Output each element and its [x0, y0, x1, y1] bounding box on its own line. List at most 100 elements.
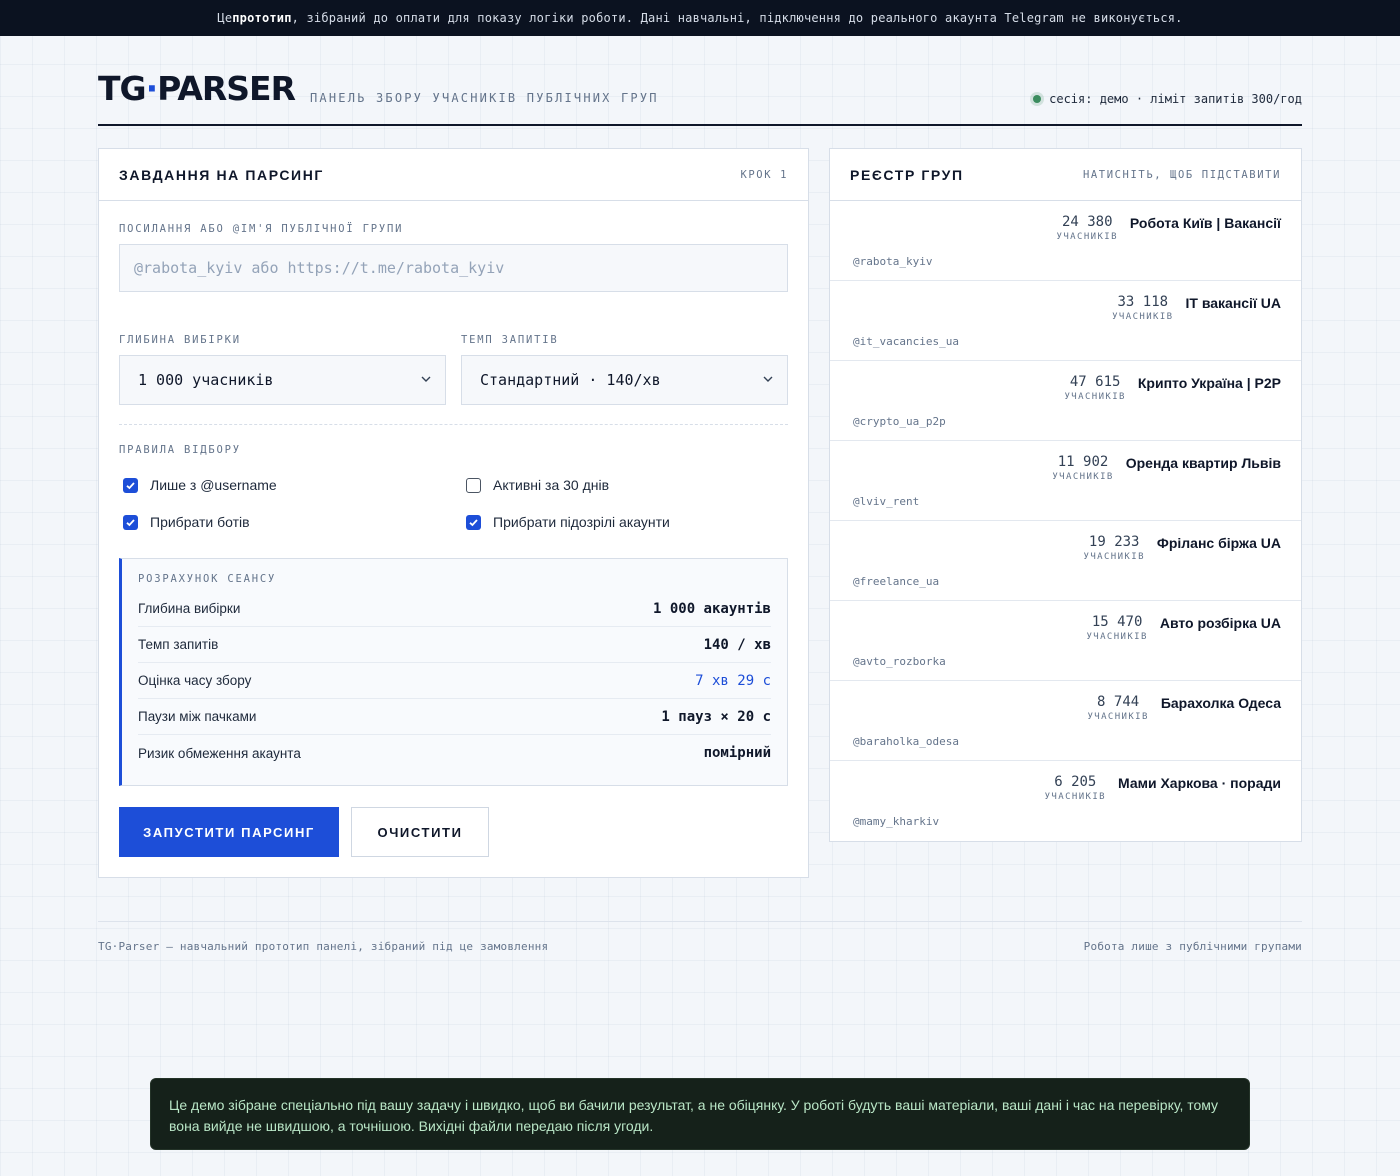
footer-right: Робота лише з публічними групами: [1083, 940, 1302, 953]
estimate-row: Ризик обмеження акаунта помірний: [138, 735, 771, 771]
estimate-value: 1 пауз × 20 с: [661, 708, 771, 725]
group-name: Авто розбірка UA: [1159, 615, 1281, 631]
group-list-item[interactable]: 6 205 УЧАСНИКІВ Мами Харкова · поради @mamy…: [830, 761, 1301, 841]
estimate-value: 140 / хв: [703, 636, 771, 653]
group-handle: @rabota_kyiv: [853, 255, 933, 268]
chevron-down-icon: [763, 376, 773, 382]
group-name: Мами Харкова · поради: [1117, 775, 1281, 791]
rule-label: Прибрати підозрілі акаунти: [493, 514, 670, 530]
estimate-row: Темп запитів 140 / хв: [138, 627, 771, 663]
group-name: Оренда квартир Львів: [1125, 455, 1281, 471]
rate-select[interactable]: Стандартний · 140/хв: [461, 355, 788, 405]
member-count-value: 15 470: [1091, 614, 1143, 630]
group-summary: 15 470 УЧАСНИКІВ Авто розбірка UA: [1086, 614, 1281, 642]
clear-button[interactable]: ОЧИСТИТИ: [351, 807, 489, 857]
member-count-label: УЧАСНИКІВ: [1087, 712, 1149, 722]
member-count: 11 902 УЧАСНИКІВ: [1052, 454, 1113, 482]
estimate-row: Глибина вибірки 1 000 акаунтів: [138, 591, 771, 627]
member-count-value: 19 233: [1088, 534, 1140, 550]
group-summary: 33 118 УЧАСНИКІВ IT вакансії UA: [1112, 294, 1281, 322]
rules-label: ПРАВИЛА ВІДБОРУ: [119, 444, 241, 456]
estimate-value: помірний: [703, 745, 771, 761]
session-text: сесія: демо · ліміт запитів 300/год: [1049, 92, 1302, 106]
member-count-label: УЧАСНИКІВ: [1056, 232, 1118, 242]
estimate-label: Глибина вибірки: [138, 601, 241, 616]
rule-label: Прибрати ботів: [150, 514, 250, 530]
member-count: 47 615 УЧАСНИКІВ: [1064, 374, 1125, 402]
task-panel: ЗАВДАННЯ НА ПАРСИНГ КРОК 1 ПОСИЛАННЯ АБО…: [98, 148, 809, 878]
rate-select-value: Стандартний · 140/хв: [480, 371, 661, 389]
member-count-value: 47 615: [1069, 374, 1121, 390]
divider: [119, 424, 788, 425]
banner-text: , зібраний до оплати для показу логіки р…: [291, 11, 1183, 25]
status-dot-icon: [1033, 95, 1042, 103]
estimate-label: Паузи між пачками: [138, 709, 257, 724]
member-count: 19 233 УЧАСНИКІВ: [1084, 534, 1145, 562]
group-list-item[interactable]: 11 902 УЧАСНИКІВ Оренда квартир Львів @lviv…: [830, 441, 1301, 521]
member-count: 33 118 УЧАСНИКІВ: [1112, 294, 1173, 322]
group-name: IT вакансії UA: [1185, 295, 1281, 311]
group-name: Робота Київ | Вакансії: [1129, 215, 1281, 231]
group-registry-panel: РЕЄСТР ГРУП НАТИСНІТЬ, ЩОБ ПІДСТАВИТИ 24…: [829, 148, 1302, 842]
chevron-down-icon: [421, 376, 431, 382]
rate-label: ТЕМП ЗАПИТІВ: [461, 334, 559, 346]
rule-suspicious-checkbox[interactable]: Прибрати підозрілі акаунти: [466, 514, 670, 530]
member-count-value: 11 902: [1057, 454, 1109, 470]
group-list-item[interactable]: 19 233 УЧАСНИКІВ Фріланс біржа UA @freelanc…: [830, 521, 1301, 601]
group-list: 24 380 УЧАСНИКІВ Робота Київ | Вакансії @ra…: [830, 201, 1301, 841]
group-summary: 19 233 УЧАСНИКІВ Фріланс біржа UA: [1084, 534, 1281, 562]
step-indicator: КРОК 1: [740, 168, 788, 181]
checkbox-unchecked-icon[interactable]: [466, 477, 481, 493]
logo-tg: TG: [98, 69, 147, 108]
task-panel-header: ЗАВДАННЯ НА ПАРСИНГ КРОК 1: [99, 149, 808, 201]
rule-username-checkbox[interactable]: Лише з @username: [123, 477, 277, 493]
rule-active-checkbox[interactable]: Активні за 30 днів: [466, 477, 609, 493]
footer-left: TG·Parser — навчальний прототип панелі, …: [98, 940, 549, 953]
member-count-label: УЧАСНИКІВ: [1086, 632, 1148, 642]
checkbox-checked-icon[interactable]: [123, 514, 138, 530]
group-summary: 24 380 УЧАСНИКІВ Робота Київ | Вакансії: [1057, 214, 1281, 242]
group-handle: @lviv_rent: [853, 495, 920, 508]
logo-parser: PARSER: [157, 69, 296, 108]
tagline: ПАНЕЛЬ ЗБОРУ УЧАСНИКІВ ПУБЛІЧНИХ ГРУП: [310, 91, 659, 105]
group-list-item[interactable]: 47 615 УЧАСНИКІВ Крипто Україна | P2P @cryp…: [830, 361, 1301, 441]
group-handle: @freelance_ua: [853, 575, 940, 588]
group-summary: 6 205 УЧАСНИКІВ Мами Харкова · поради: [1045, 774, 1281, 802]
member-count-value: 8 744: [1097, 694, 1140, 710]
member-count-label: УЧАСНИКІВ: [1112, 312, 1174, 322]
estimate-label: Ризик обмеження акаунта: [138, 745, 301, 761]
member-count: 6 205 УЧАСНИКІВ: [1045, 774, 1106, 802]
link-label: ПОСИЛАННЯ АБО @ІМ'Я ПУБЛІЧНОЇ ГРУПИ: [119, 223, 404, 235]
group-handle: @avto_rozborka: [853, 655, 946, 668]
registry-title: РЕЄСТР ГРУП: [850, 166, 964, 183]
depth-select[interactable]: 1 000 учасників: [119, 355, 446, 405]
start-parsing-button[interactable]: ЗАПУСТИТИ ПАРСИНГ: [119, 807, 339, 857]
group-name: Фріланс біржа UA: [1156, 535, 1281, 551]
group-list-item[interactable]: 33 118 УЧАСНИКІВ IT вакансії UA @it_vacanci…: [830, 281, 1301, 361]
estimate-label: Оцінка часу збору: [138, 673, 252, 688]
banner-prefix: Це: [217, 11, 233, 25]
prototype-banner: Це прототип, зібраний до оплати для пока…: [0, 0, 1400, 36]
session-estimate: РОЗРАХУНОК СЕАНСУ Глибина вибірки 1 000 …: [119, 558, 788, 786]
member-count: 24 380 УЧАСНИКІВ: [1057, 214, 1118, 242]
group-handle: @mamy_kharkiv: [853, 815, 940, 828]
registry-hint: НАТИСНІТЬ, ЩОБ ПІДСТАВИТИ: [1082, 168, 1281, 181]
estimate-value: 1 000 акаунтів: [652, 600, 771, 617]
group-link-input[interactable]: [119, 244, 788, 292]
group-name: Барахолка Одеса: [1160, 695, 1281, 711]
checkbox-checked-icon[interactable]: [123, 477, 138, 493]
group-name: Крипто Україна | P2P: [1137, 375, 1281, 391]
task-panel-title: ЗАВДАННЯ НА ПАРСИНГ: [119, 166, 324, 183]
estimate-row: Паузи між пачками 1 пауз × 20 с: [138, 699, 771, 735]
checkbox-checked-icon[interactable]: [466, 514, 481, 530]
depth-label: ГЛИБИНА ВИБІРКИ: [119, 334, 241, 346]
group-list-item[interactable]: 24 380 УЧАСНИКІВ Робота Київ | Вакансії @ra…: [830, 201, 1301, 281]
banner-bold: прототип: [232, 11, 292, 25]
group-list-item[interactable]: 8 744 УЧАСНИКІВ Барахолка Одеса @baraholka_…: [830, 681, 1301, 761]
rule-label: Лише з @username: [150, 477, 277, 493]
group-summary: 8 744 УЧАСНИКІВ Барахолка Одеса: [1087, 694, 1281, 722]
group-summary: 47 615 УЧАСНИКІВ Крипто Україна | P2P: [1064, 374, 1281, 402]
rule-bots-checkbox[interactable]: Прибрати ботів: [123, 514, 250, 530]
logo-dot: ·: [145, 69, 159, 108]
group-list-item[interactable]: 15 470 УЧАСНИКІВ Авто розбірка UA @avto_roz…: [830, 601, 1301, 681]
